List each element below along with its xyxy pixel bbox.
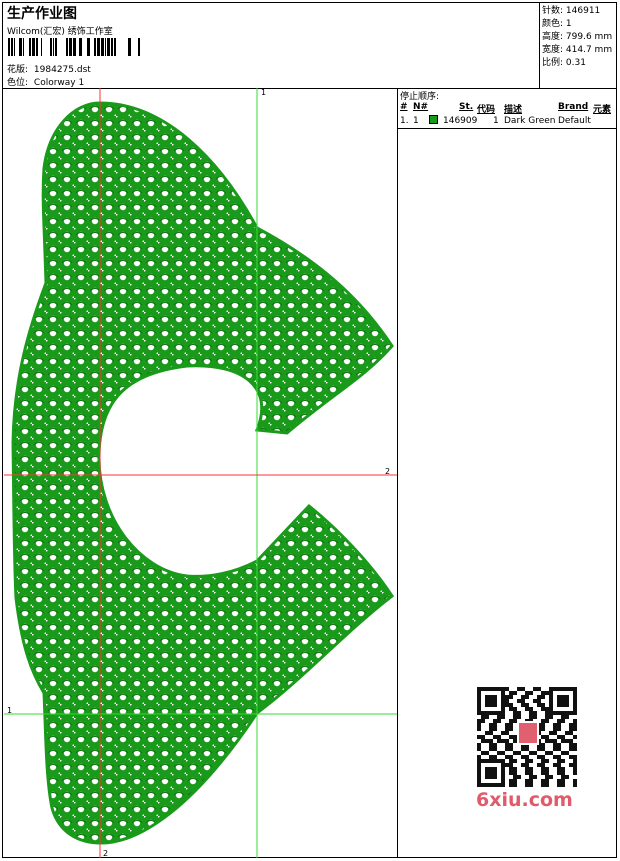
stat-value: 414.7 mm bbox=[565, 45, 613, 55]
panel-divider bbox=[397, 88, 398, 858]
col-header: St. bbox=[459, 102, 474, 112]
qr-code bbox=[471, 681, 583, 793]
design-value: 1984275.dst bbox=[33, 65, 91, 75]
design-row: 花版: 1984275.dst bbox=[7, 62, 91, 75]
stat-label: 宽度: bbox=[542, 45, 564, 55]
stat-width: 宽度: 414.7 mm bbox=[542, 44, 612, 57]
col-header: # bbox=[400, 102, 408, 112]
guide-label: 2 bbox=[385, 467, 390, 476]
stat-value: 0.31 bbox=[565, 58, 586, 68]
row-code: 1 bbox=[493, 116, 499, 126]
barcode-image bbox=[8, 38, 140, 56]
embroidery-preview: 1 2 1 2 bbox=[4, 88, 397, 858]
col-header: 代码 bbox=[477, 105, 496, 115]
design-label: 花版: bbox=[7, 65, 29, 75]
colorway-value: Colorway 1 bbox=[33, 78, 85, 88]
stop-sequence-title: 停止顺序: bbox=[400, 92, 440, 102]
row-number: 1 bbox=[413, 116, 419, 126]
row-brand: Default bbox=[558, 116, 591, 126]
colorway-row: 色位: Colorway 1 bbox=[7, 75, 84, 88]
embroidery-shape bbox=[11, 101, 395, 845]
stat-label: 针数: bbox=[542, 6, 564, 16]
stat-value: 799.6 mm bbox=[565, 32, 613, 42]
stat-stitches: 针数: 146911 bbox=[542, 5, 600, 18]
stat-height: 高度: 799.6 mm bbox=[542, 31, 612, 44]
guide-label: 1 bbox=[7, 706, 12, 715]
stat-colors: 颜色: 1 bbox=[542, 18, 572, 31]
col-header: N# bbox=[413, 102, 429, 112]
watermark-text: 6xiu.com bbox=[476, 789, 573, 811]
stat-label: 颜色: bbox=[542, 19, 564, 29]
col-header: Brand bbox=[558, 102, 589, 112]
col-header: 元素 bbox=[593, 105, 612, 115]
stat-value: 1 bbox=[565, 19, 572, 29]
stat-label: 高度: bbox=[542, 32, 564, 42]
studio-name: Wilcom(汇宏) 绣饰工作室 bbox=[7, 27, 113, 37]
colorway-label: 色位: bbox=[7, 78, 29, 88]
stat-label: 比例: bbox=[542, 58, 564, 68]
sheet-title: 生产作业图 bbox=[7, 6, 77, 22]
stat-value: 146911 bbox=[565, 6, 601, 16]
table-divider bbox=[398, 128, 617, 129]
color-swatch bbox=[429, 115, 438, 124]
stats-divider bbox=[539, 2, 540, 88]
col-header: 描述 bbox=[504, 105, 523, 115]
stat-scale: 比例: 0.31 bbox=[542, 57, 586, 70]
guide-label: 2 bbox=[103, 849, 108, 858]
row-stitches: 146909 bbox=[443, 116, 478, 126]
row-description: Dark Green bbox=[504, 116, 556, 126]
guide-label: 1 bbox=[261, 88, 266, 97]
row-index: 1. bbox=[400, 116, 409, 126]
